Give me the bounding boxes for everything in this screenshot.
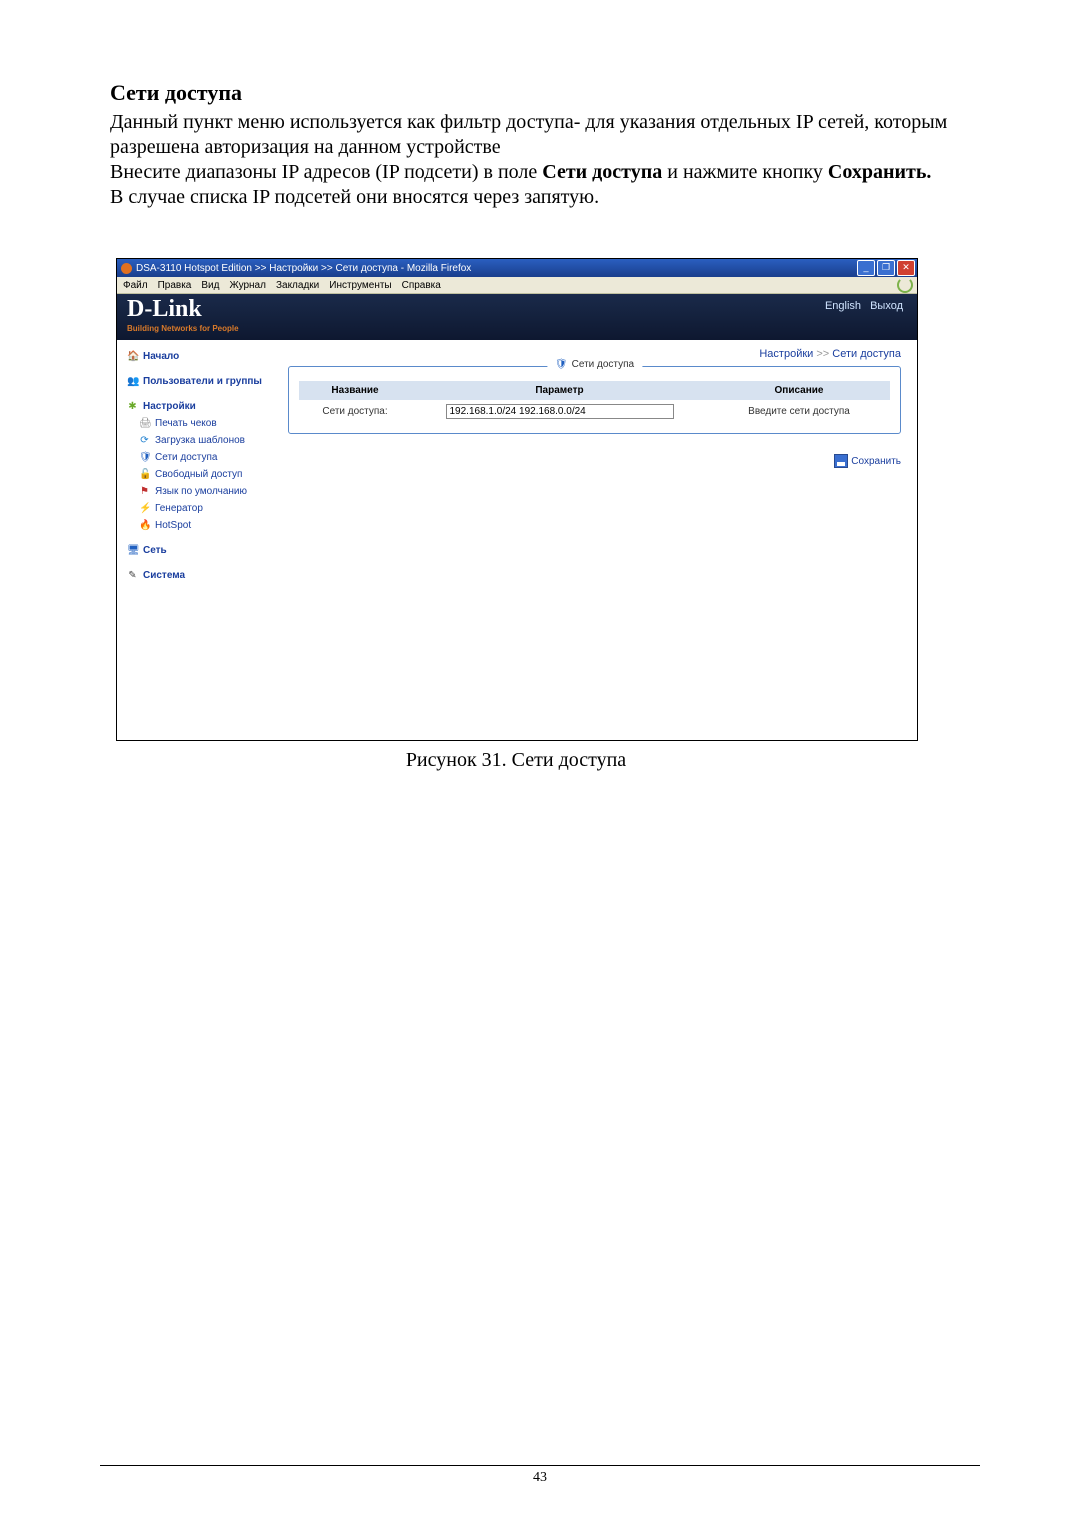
firefox-icon — [121, 263, 132, 274]
reload-icon[interactable] — [897, 277, 913, 293]
figure-caption: Рисунок 31. Сети доступа — [110, 749, 916, 772]
row-name: Сети доступа: — [299, 400, 411, 423]
sidebar-item-label: Генератор — [155, 502, 203, 515]
users-icon: 👥 — [127, 375, 138, 388]
window-title: DSA-3110 Hotspot Edition >> Настройки >>… — [136, 263, 471, 274]
breadcrumb-a[interactable]: Настройки — [759, 348, 813, 360]
lightning-icon: ⚡ — [139, 502, 150, 515]
sidebar-item-label: HotSpot — [155, 519, 191, 532]
sidebar-item-home[interactable]: 🏠 Начало — [127, 348, 278, 365]
menu-edit[interactable]: Правка — [158, 280, 192, 291]
panel-legend: 🛡 Сети доступа — [547, 359, 642, 370]
network-icon: 🖥 — [127, 544, 138, 557]
menu-tools[interactable]: Инструменты — [329, 280, 391, 291]
sidebar-item-label: Система — [143, 569, 185, 582]
breadcrumb-b: Сети доступа — [832, 348, 901, 360]
browser-menubar: Файл Правка Вид Журнал Закладки Инструме… — [117, 277, 917, 294]
sidebar-item-label: Загрузка шаблонов — [155, 434, 245, 447]
text-fragment: Внесите диапазоны IP адресов (IP подсети… — [110, 161, 542, 183]
shield-icon: 🛡 — [555, 359, 568, 370]
sidebar-item-network[interactable]: 🖥 Сеть — [127, 542, 278, 559]
sidebar-item-system[interactable]: ✎ Система — [127, 567, 278, 584]
menu-bookmarks[interactable]: Закладки — [276, 280, 319, 291]
access-networks-panel: 🛡 Сети доступа Название Параметр Описани… — [288, 366, 901, 434]
printer-icon: 🖨 — [139, 417, 150, 430]
brand-logo: D-Link — [127, 296, 202, 323]
sidebar-item-settings[interactable]: ✱ Настройки — [127, 398, 278, 415]
page-number: 43 — [533, 1470, 547, 1485]
sidebar-item-templates[interactable]: ⟳ Загрузка шаблонов — [139, 432, 278, 449]
text-bold-fragment: Сети доступа — [542, 161, 662, 183]
brand-tagline: Building Networks for People — [127, 324, 239, 333]
access-networks-input[interactable] — [446, 404, 674, 419]
sidebar-item-hotspot[interactable]: 🔥 HotSpot — [139, 517, 278, 534]
link-english[interactable]: English — [825, 300, 861, 312]
link-logout[interactable]: Выход — [870, 300, 903, 312]
doc-paragraph-1: Данный пункт меню используется как фильт… — [110, 110, 980, 160]
sidebar-item-label: Сети доступа — [155, 451, 217, 464]
column-header-param: Параметр — [411, 381, 708, 400]
save-button-label: Сохранить — [851, 456, 901, 467]
sidebar-item-label: Свободный доступ — [155, 468, 242, 481]
column-header-desc: Описание — [708, 381, 890, 400]
section-heading: Сети доступа — [110, 80, 980, 106]
menu-file[interactable]: Файл — [123, 280, 148, 291]
sidebar-item-label: Печать чеков — [155, 417, 217, 430]
header-links: English Выход — [819, 300, 903, 312]
save-row: Сохранить — [288, 454, 901, 471]
minimize-button[interactable]: _ — [857, 260, 875, 276]
doc-paragraph-3: В случае списка IP подсетей они вносятся… — [110, 185, 980, 210]
upload-icon: ⟳ — [139, 434, 150, 447]
settings-table: Название Параметр Описание Сети доступа: — [299, 381, 890, 423]
home-icon: 🏠 — [127, 350, 138, 363]
unlock-icon: 🔓 — [139, 468, 150, 481]
sidebar-item-default-lang[interactable]: ⚑ Язык по умолчанию — [139, 483, 278, 500]
disk-icon — [834, 454, 848, 468]
sidebar-item-label: Язык по умолчанию — [155, 485, 247, 498]
sidebar-item-label: Начало — [143, 350, 179, 363]
sidebar-item-label: Настройки — [143, 400, 196, 413]
column-header-name: Название — [299, 381, 411, 400]
text-bold-fragment: Сохранить. — [828, 161, 932, 183]
screenshot-figure: DSA-3110 Hotspot Edition >> Настройки >>… — [116, 258, 918, 741]
sidebar-item-label: Пользователи и группы — [143, 375, 262, 388]
hotspot-icon: 🔥 — [139, 519, 150, 532]
menu-help[interactable]: Справка — [402, 280, 441, 291]
row-param-cell — [411, 400, 708, 423]
doc-paragraph-2: Внесите диапазоны IP адресов (IP подсети… — [110, 160, 980, 185]
sidebar-item-users[interactable]: 👥 Пользователи и группы — [127, 373, 278, 390]
page-footer: 43 — [100, 1465, 980, 1486]
sidebar-item-free-access[interactable]: 🔓 Свободный доступ — [139, 466, 278, 483]
system-icon: ✎ — [127, 569, 138, 582]
window-titlebar: DSA-3110 Hotspot Edition >> Настройки >>… — [117, 259, 917, 277]
app-header: D-Link Building Networks for People Engl… — [117, 294, 917, 340]
menu-view[interactable]: Вид — [201, 280, 219, 291]
text-fragment: и нажмите кнопку — [662, 161, 828, 183]
menu-history[interactable]: Журнал — [229, 280, 266, 291]
save-button[interactable]: Сохранить — [834, 454, 901, 468]
close-button[interactable]: ✕ — [897, 260, 915, 276]
maximize-button[interactable]: ❐ — [877, 260, 895, 276]
sidebar-item-label: Сеть — [143, 544, 167, 557]
shield-icon: 🛡 — [139, 451, 150, 464]
table-row: Сети доступа: Введите сети доступа — [299, 400, 890, 423]
flag-icon: ⚑ — [139, 485, 150, 498]
sidebar-item-print[interactable]: 🖨 Печать чеков — [139, 415, 278, 432]
sidebar: 🏠 Начало 👥 Пользователи и группы ✱ Настр… — [117, 340, 282, 740]
gear-icon: ✱ — [127, 400, 138, 413]
sidebar-item-access-nets[interactable]: 🛡 Сети доступа — [139, 449, 278, 466]
row-desc: Введите сети доступа — [708, 400, 890, 423]
main-content: Настройки >> Сети доступа 🛡 Сети доступа… — [282, 340, 917, 740]
sidebar-item-generator[interactable]: ⚡ Генератор — [139, 500, 278, 517]
panel-legend-label: Сети доступа — [572, 359, 634, 370]
breadcrumb-sep: >> — [816, 348, 829, 360]
